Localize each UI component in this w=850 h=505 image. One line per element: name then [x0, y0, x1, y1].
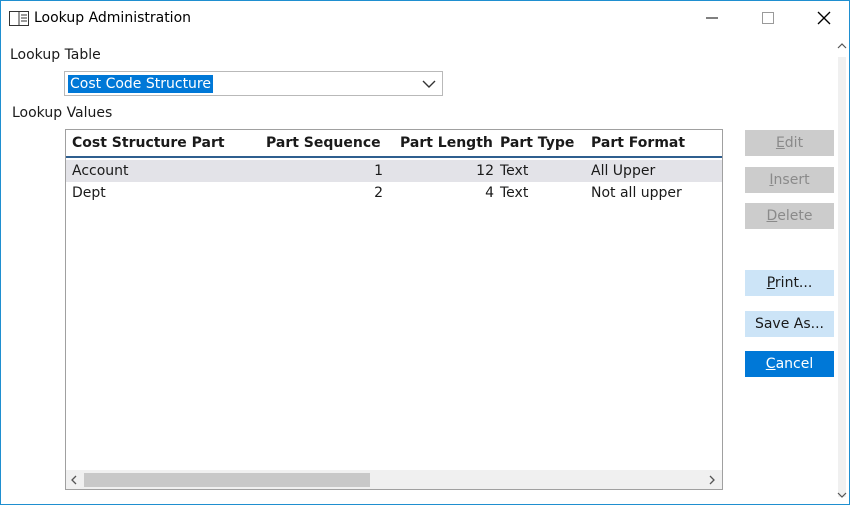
lookup-table-select[interactable]: Cost Code Structure [64, 71, 443, 96]
cell-type: Text [500, 185, 529, 201]
print-button[interactable]: Print... [745, 270, 834, 296]
column-header-part-length[interactable]: Part Length [400, 135, 493, 151]
edit-button[interactable]: Edit [745, 130, 834, 156]
window-list-icon [9, 11, 29, 26]
lookup-table-selected-value: Cost Code Structure [68, 75, 213, 93]
delete-button[interactable]: Delete [745, 203, 834, 229]
horizontal-scroll-thumb[interactable] [84, 473, 370, 487]
cell-length: 4 [485, 185, 494, 201]
cell-format: Not all upper [591, 185, 682, 201]
lookup-administration-window: Lookup Administration Lookup Table Cost … [0, 0, 850, 505]
print-button-label: Print... [766, 275, 813, 291]
cell-sequence: 1 [374, 163, 383, 179]
window-title: Lookup Administration [34, 10, 192, 26]
scroll-down-icon[interactable] [835, 488, 849, 502]
cell-length: 12 [476, 163, 494, 179]
table-row[interactable]: Account 1 12 Text All Upper [66, 160, 722, 182]
vertical-scrollbar[interactable] [835, 35, 849, 504]
horizontal-scrollbar[interactable] [66, 470, 722, 489]
edit-button-label: Edit [775, 135, 804, 151]
vertical-scroll-thumb[interactable] [838, 57, 846, 497]
scroll-right-icon[interactable] [704, 471, 720, 489]
column-header-part-sequence[interactable]: Part Sequence [266, 135, 381, 151]
cell-format: All Upper [591, 163, 656, 179]
column-header-part-format[interactable]: Part Format [591, 135, 685, 151]
delete-button-label: Delete [766, 208, 813, 224]
cell-part: Dept [72, 185, 106, 201]
column-header-cost-structure-part[interactable]: Cost Structure Part [72, 135, 225, 151]
lookup-table-label: Lookup Table [10, 47, 101, 63]
maximize-icon [762, 12, 774, 24]
column-header-part-type[interactable]: Part Type [500, 135, 574, 151]
scroll-left-icon[interactable] [66, 471, 82, 489]
minimize-icon [706, 17, 718, 19]
save-as-button-label: Save As... [754, 316, 825, 332]
lookup-values-grid[interactable]: Cost Structure Part Part Sequence Part L… [65, 129, 723, 490]
cell-part: Account [72, 163, 129, 179]
close-icon [817, 11, 831, 25]
cancel-button-label: Cancel [765, 356, 814, 372]
grid-header: Cost Structure Part Part Sequence Part L… [66, 130, 722, 158]
save-as-button[interactable]: Save As... [745, 311, 834, 337]
insert-button-label: Insert [769, 172, 810, 188]
cell-type: Text [500, 163, 529, 179]
minimize-button[interactable] [689, 1, 735, 35]
scroll-up-icon[interactable] [835, 39, 849, 53]
lookup-values-label: Lookup Values [12, 105, 113, 121]
table-row[interactable]: Dept 2 4 Text Not all upper [66, 182, 722, 204]
insert-button[interactable]: Insert [745, 167, 834, 193]
title-bar[interactable]: Lookup Administration [1, 1, 849, 35]
close-button[interactable] [801, 1, 847, 35]
cancel-button[interactable]: Cancel [745, 351, 834, 377]
chevron-down-icon[interactable] [422, 78, 436, 90]
cell-sequence: 2 [374, 185, 383, 201]
maximize-button[interactable] [745, 1, 791, 35]
